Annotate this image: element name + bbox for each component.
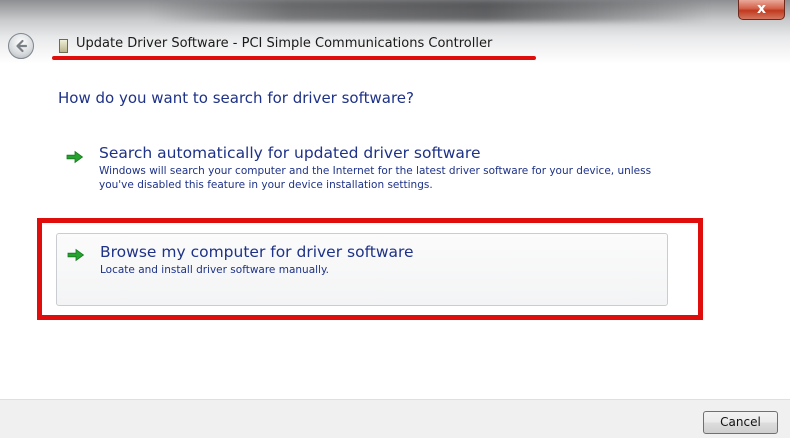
close-button[interactable]: x bbox=[738, 0, 785, 20]
title-annotation-underline bbox=[52, 56, 536, 60]
window-title: Update Driver Software - PCI Simple Comm… bbox=[76, 36, 493, 51]
green-arrow-icon bbox=[67, 248, 85, 262]
back-arrow-icon bbox=[16, 39, 28, 53]
dialog-footer: Cancel bbox=[0, 399, 790, 438]
close-icon: x bbox=[756, 1, 767, 17]
page-heading: How do you want to search for driver sof… bbox=[58, 89, 414, 107]
back-button[interactable] bbox=[8, 33, 34, 59]
device-icon bbox=[59, 39, 68, 53]
search-automatically-option[interactable]: Search automatically for updated driver … bbox=[56, 140, 668, 216]
option-description: Windows will search your computer and th… bbox=[99, 165, 652, 191]
title-bar: x Update Driver Software - PCI Simple Co… bbox=[0, 0, 790, 64]
browse-computer-option[interactable]: Browse my computer for driver software L… bbox=[56, 233, 668, 306]
option-title: Browse my computer for driver software bbox=[100, 243, 414, 261]
option-description: Locate and install driver software manua… bbox=[100, 264, 330, 276]
option-title: Search automatically for updated driver … bbox=[99, 144, 481, 162]
cancel-button[interactable]: Cancel bbox=[703, 411, 778, 434]
green-arrow-icon bbox=[66, 150, 84, 164]
title-bar-shade bbox=[150, 0, 710, 22]
